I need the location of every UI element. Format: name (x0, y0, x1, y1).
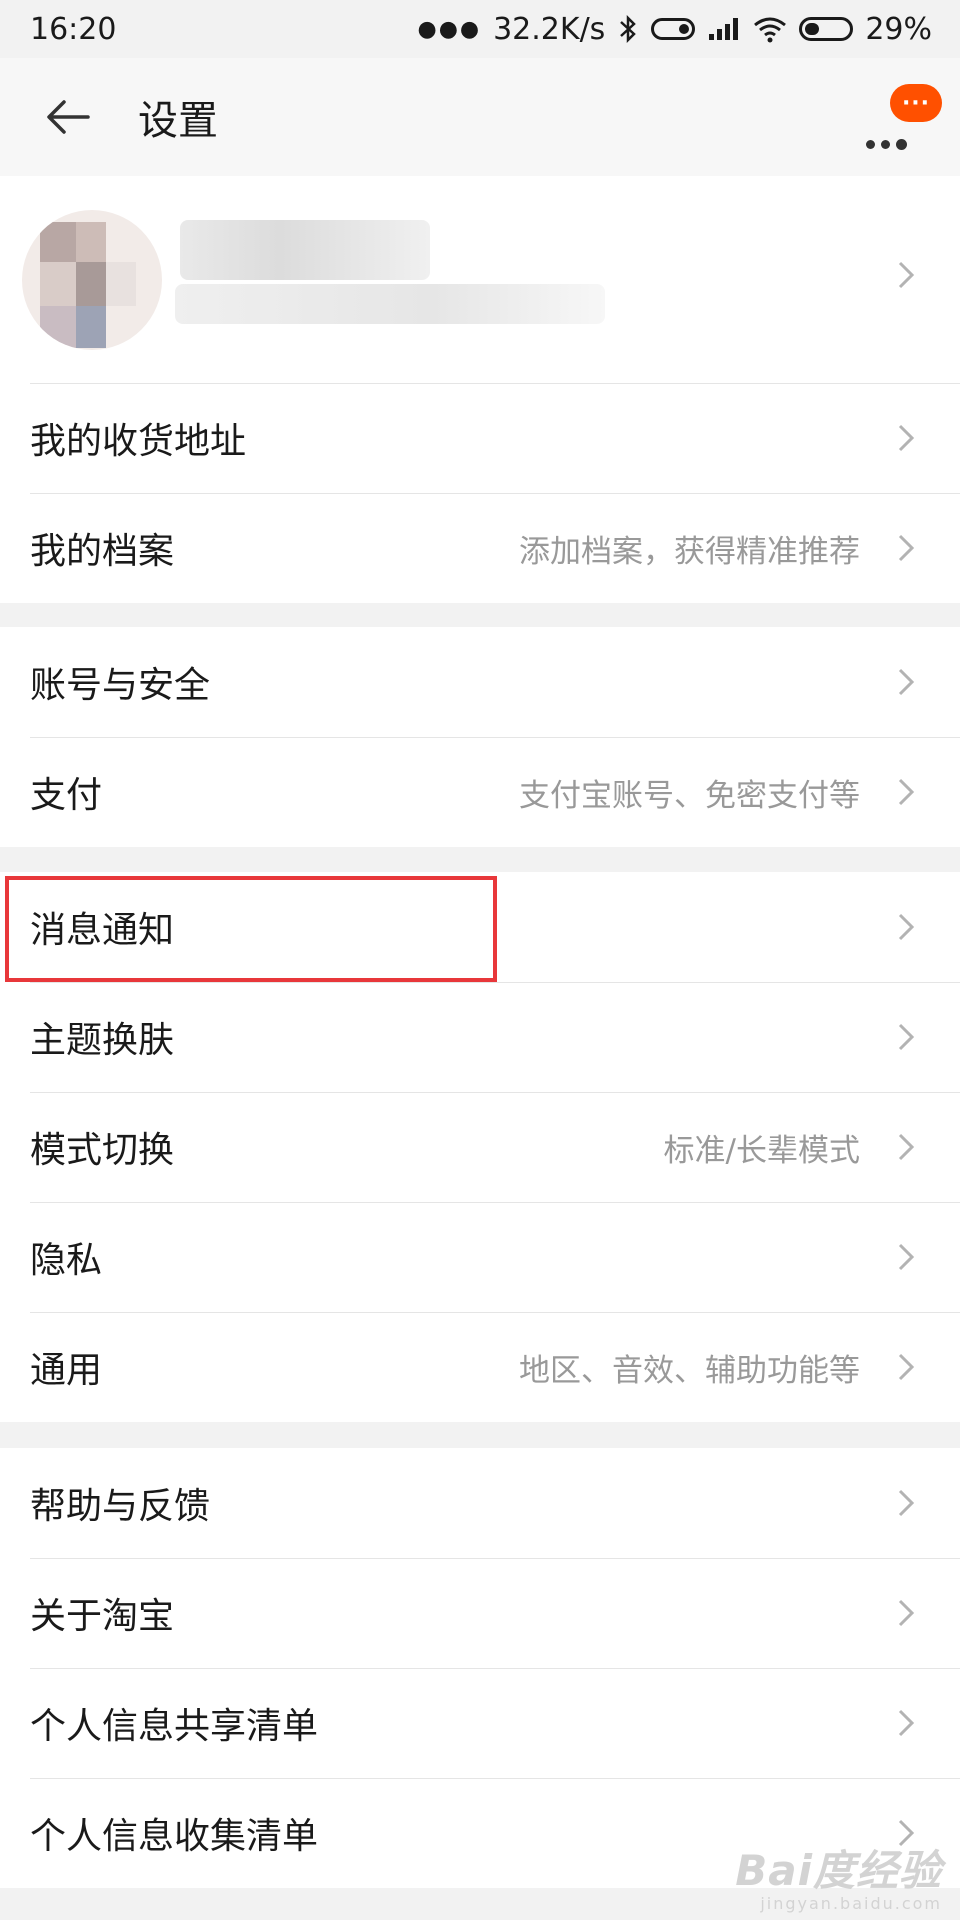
back-button[interactable] (28, 77, 108, 157)
username-blurred (180, 220, 430, 280)
settings-row[interactable]: 我的收货地址 (0, 383, 960, 493)
toggle-icon (651, 18, 696, 40)
settings-row[interactable]: 账号与安全 (0, 627, 960, 737)
row-label: 隐私 (30, 1240, 103, 1281)
row-label: 模式切换 (30, 1130, 175, 1171)
page-title: 设置 (138, 98, 218, 144)
divider (30, 383, 960, 384)
row-label: 支付 (30, 775, 103, 816)
chevron-right-icon (886, 1022, 926, 1052)
row-hint: 支付宝账号、免密支付等 (519, 777, 860, 814)
network-speed: 32.2K/s (493, 11, 606, 47)
profile-group: 我的收货地址 我的档案 添加档案，获得精准推荐 (0, 176, 960, 603)
chevron-right-icon (886, 1488, 926, 1518)
row-label: 我的收货地址 (30, 421, 247, 462)
row-hint: 添加档案，获得精准推荐 (519, 533, 860, 570)
group-rows-1: 账号与安全支付 支付宝账号、免密支付等 (0, 627, 960, 847)
dots-icon: ●●● (417, 16, 482, 42)
chevron-right-icon (886, 1818, 926, 1848)
row-label: 关于淘宝 (30, 1596, 175, 1637)
status-time: 16:20 (30, 11, 117, 47)
settings-row[interactable]: 我的档案 添加档案，获得精准推荐 (0, 493, 960, 603)
row-hint: 地区、音效、辅助功能等 (519, 1352, 860, 1389)
more-dots-icon (866, 139, 907, 150)
settings-row[interactable]: 模式切换 标准/长辈模式 (0, 1092, 960, 1202)
row-label: 主题换肤 (30, 1020, 175, 1061)
settings-row[interactable]: 通用 地区、音效、辅助功能等 (0, 1312, 960, 1422)
row-label: 通用 (30, 1350, 103, 1391)
group-rows-3: 帮助与反馈 关于淘宝 个人信息共享清单 个人信息收集清单 (0, 1448, 960, 1888)
settings-row[interactable]: 支付 支付宝账号、免密支付等 (0, 737, 960, 847)
chevron-right-icon (886, 1132, 926, 1162)
row-hint: 标准/长辈模式 (663, 1132, 860, 1169)
battery-level: 29% (865, 11, 932, 47)
chevron-right-icon (886, 533, 926, 563)
user-info-blurred (175, 284, 605, 324)
account-group: 账号与安全支付 支付宝账号、免密支付等 (0, 627, 960, 847)
row-label: 消息通知 (30, 910, 175, 951)
top-bar: 设置 ··· (0, 58, 960, 176)
status-bar: 16:20 ●●● 32.2K/s 29% (0, 0, 960, 58)
watermark-url: jingyan.baidu.com (760, 1894, 942, 1913)
settings-row[interactable]: 帮助与反馈 (0, 1448, 960, 1558)
settings-row[interactable]: 关于淘宝 (0, 1558, 960, 1668)
settings-row[interactable]: 个人信息共享清单 (0, 1668, 960, 1778)
group-rows-2: 消息通知主题换肤模式切换 标准/长辈模式隐私通用 地区、音效、辅助功能等 (0, 872, 960, 1422)
preferences-group: 消息通知主题换肤模式切换 标准/长辈模式隐私通用 地区、音效、辅助功能等 (0, 872, 960, 1422)
battery-icon (799, 17, 854, 41)
chevron-right-icon (886, 1708, 926, 1738)
settings-row[interactable]: 消息通知 (0, 872, 960, 982)
row-label: 帮助与反馈 (30, 1486, 211, 1527)
watermark: Bai度经验 jingyan.baidu.com (735, 1850, 942, 1912)
chevron-right-icon (886, 777, 926, 807)
chevron-right-icon (886, 667, 926, 697)
settings-row[interactable]: 主题换肤 (0, 982, 960, 1092)
bluetooth-icon (617, 14, 639, 44)
signal-icon (707, 16, 741, 42)
profile-row[interactable] (0, 176, 960, 383)
watermark-text: Bai度经验 (735, 1846, 942, 1895)
wifi-icon (753, 15, 787, 43)
arrow-left-icon (47, 100, 90, 134)
row-label: 个人信息共享清单 (30, 1706, 319, 1747)
group-rows-0: 我的收货地址 我的档案 添加档案，获得精准推荐 (0, 383, 960, 603)
chevron-right-icon (886, 1598, 926, 1628)
chevron-right-icon (886, 423, 926, 453)
row-label: 账号与安全 (30, 665, 211, 706)
row-label: 我的档案 (30, 531, 175, 572)
chevron-right-icon (886, 1352, 926, 1382)
about-group: 帮助与反馈 关于淘宝 个人信息共享清单 个人信息收集清单 (0, 1448, 960, 1888)
chevron-right-icon (886, 912, 926, 942)
settings-row[interactable]: 隐私 (0, 1202, 960, 1312)
more-button[interactable]: ··· (860, 84, 942, 158)
chevron-right-icon (886, 260, 926, 290)
chevron-right-icon (886, 1242, 926, 1272)
status-icons: ●●● 32.2K/s 29% (418, 12, 933, 47)
message-badge: ··· (890, 84, 942, 122)
avatar (22, 210, 162, 350)
